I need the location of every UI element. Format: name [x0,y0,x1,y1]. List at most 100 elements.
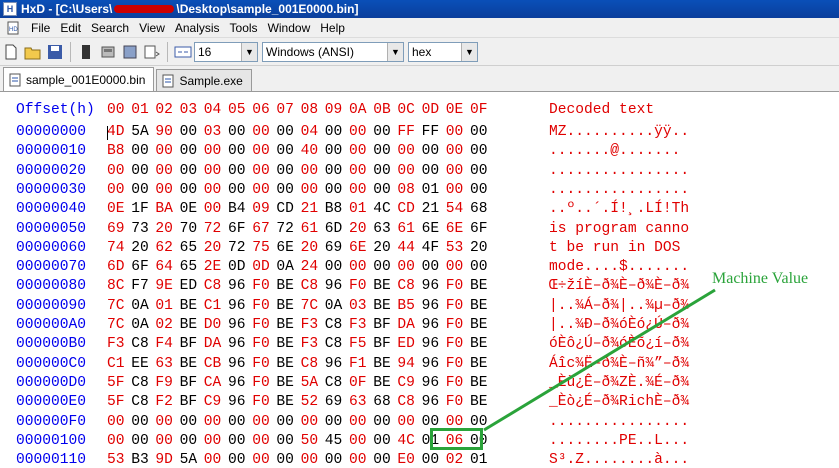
hex-byte[interactable]: 0A [131,297,149,316]
hex-byte[interactable]: C1 [107,355,125,374]
decoded-text[interactable]: MZ..........ÿÿ.. [549,123,689,142]
hex-byte[interactable]: 69 [325,393,343,412]
menu-view[interactable]: View [134,21,170,35]
hex-byte[interactable]: 69 [325,239,343,258]
hex-byte[interactable]: CB [204,355,222,374]
document-icon[interactable]: HD [6,21,20,35]
hex-byte[interactable]: 00 [131,142,149,161]
hex-byte[interactable]: 52 [301,393,319,412]
hex-byte[interactable]: 63 [373,220,391,239]
hex-byte[interactable]: 74 [107,239,125,258]
hex-byte[interactable]: F5 [349,335,367,354]
hex-byte[interactable]: 00 [228,162,246,181]
hex-byte[interactable]: 00 [301,181,319,200]
decoded-text[interactable]: ................ [549,181,689,200]
hex-byte[interactable]: BE [470,316,488,335]
decoded-text[interactable]: mode....$....... [549,258,689,277]
hex-byte[interactable]: B4 [228,200,246,219]
hex-byte[interactable]: 00 [422,451,440,468]
hex-byte[interactable]: BE [470,297,488,316]
hex-byte[interactable]: DA [204,335,222,354]
hex-row[interactable]: 000000D0 5F C8 F9 BF CA 96 F0 BE 5A C8 0F BE C9 96 F0 BE… [16,374,689,393]
hex-byte[interactable]: F9 [155,374,173,393]
hex-byte[interactable]: 00 [301,413,319,432]
hex-byte[interactable]: 0F [349,374,367,393]
hex-byte[interactable]: 20 [301,239,319,258]
hex-byte[interactable]: 96 [325,355,343,374]
hex-byte[interactable]: 9D [155,451,173,468]
hex-byte[interactable]: 63 [155,355,173,374]
hex-byte[interactable]: 00 [252,162,270,181]
hex-byte[interactable]: 00 [252,432,270,451]
hex-byte[interactable]: 01 [422,181,440,200]
hex-byte[interactable]: 96 [422,297,440,316]
hex-byte[interactable]: 96 [228,297,246,316]
hex-byte[interactable]: 00 [155,413,173,432]
hex-byte[interactable]: BE [470,374,488,393]
hex-row[interactable]: 000000E0 5F C8 F2 BF C9 96 F0 BE 52 69 63 68 C8 96 F0 BE… [16,393,689,412]
hex-byte[interactable]: BE [276,277,294,296]
hex-row[interactable]: 00000000 4D 5A 90 00 03 00 00 00 04 00 00 00 FF FF 00 00… [16,123,689,142]
hex-byte[interactable]: BE [180,355,198,374]
hex-byte[interactable]: F3 [107,335,125,354]
hex-byte[interactable]: F0 [446,335,464,354]
hex-byte[interactable]: 00 [155,432,173,451]
hex-row[interactable]: 00000090 7C 0A 01 BE C1 96 F0 BE 7C 0A 03 BE B5 96 F0 BE… [16,297,689,316]
hex-byte[interactable]: 20 [131,239,149,258]
hex-byte[interactable]: 00 [107,162,125,181]
hex-byte[interactable]: F0 [446,316,464,335]
hex-byte[interactable]: 02 [155,316,173,335]
hex-byte[interactable]: 00 [349,162,367,181]
chevron-down-icon[interactable]: ▼ [387,42,403,61]
hex-byte[interactable]: 00 [180,181,198,200]
hex-byte[interactable]: 94 [397,355,415,374]
hex-byte[interactable]: 8C [107,277,125,296]
hex-byte[interactable]: BE [373,277,391,296]
hex-row[interactable]: 00000050 69 73 20 70 72 6F 67 72 61 6D 20 63 61 6E 6E 6F… [16,220,689,239]
hex-byte[interactable]: F4 [155,335,173,354]
menu-tools[interactable]: Tools [225,21,263,35]
hex-row[interactable]: 000000B0 F3 C8 F4 BF DA 96 F0 BE F3 C8 F5 BF ED 96 F0 BE… [16,335,689,354]
hex-byte[interactable]: FF [422,123,440,142]
hex-byte[interactable]: BF [180,335,198,354]
hex-row[interactable]: 00000010 B8 00 00 00 00 00 00 00 40 00 00 00 00 00 00 00… [16,142,680,161]
hex-byte[interactable]: 00 [107,413,125,432]
hex-byte[interactable]: 00 [301,451,319,468]
hex-byte[interactable]: 00 [446,181,464,200]
hex-byte[interactable]: 00 [446,142,464,161]
hex-byte[interactable]: 00 [252,181,270,200]
hex-row[interactable]: 00000030 00 00 00 00 00 00 00 00 00 00 00 00 08 01 00 00… [16,181,689,200]
hex-byte[interactable]: 00 [373,123,391,142]
offset-base-select[interactable]: hex ▼ [408,41,478,62]
hex-byte[interactable]: 20 [349,220,367,239]
hex-byte[interactable]: DA [397,316,415,335]
hex-byte[interactable]: B8 [325,200,343,219]
hex-byte[interactable]: 00 [470,258,488,277]
hex-byte[interactable]: 0E [107,200,125,219]
hex-byte[interactable]: 00 [397,413,415,432]
hex-byte[interactable]: 00 [397,142,415,161]
hex-byte[interactable]: 00 [180,123,198,142]
hex-byte[interactable]: 02 [446,451,464,468]
hex-byte[interactable]: 6F [470,220,488,239]
decoded-text[interactable]: ................ [549,162,689,181]
hex-byte[interactable]: 00 [131,413,149,432]
hex-byte[interactable]: 00 [446,258,464,277]
hex-byte[interactable]: BE [180,316,198,335]
hex-byte[interactable]: 00 [252,413,270,432]
hex-byte[interactable]: 96 [228,374,246,393]
decoded-text[interactable]: ..º..´.Í!¸.LÍ!Th [549,200,689,219]
hex-byte[interactable]: 00 [107,432,125,451]
tab-sample-bin[interactable]: sample_001E0000.bin [3,67,155,91]
hex-byte[interactable]: 00 [373,258,391,277]
hex-byte[interactable]: BE [180,297,198,316]
hex-byte[interactable]: BE [373,297,391,316]
hex-byte[interactable]: 69 [107,220,125,239]
hex-byte[interactable]: BE [276,393,294,412]
hex-byte[interactable]: BF [180,374,198,393]
hex-byte[interactable]: CD [276,200,294,219]
hex-byte[interactable]: 00 [155,142,173,161]
hex-byte[interactable]: 0A [276,258,294,277]
hex-byte[interactable]: F0 [349,277,367,296]
hex-byte[interactable]: 1F [131,200,149,219]
